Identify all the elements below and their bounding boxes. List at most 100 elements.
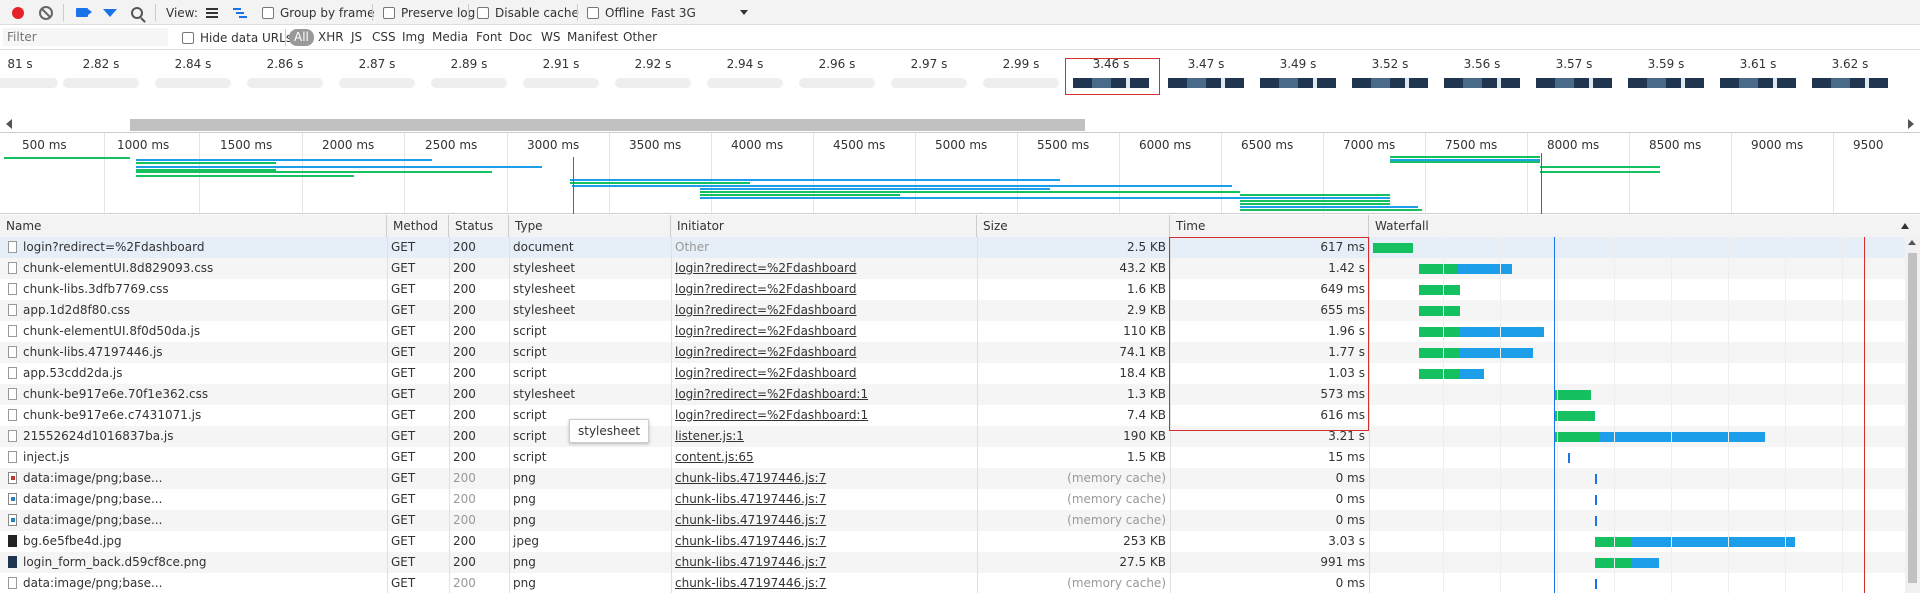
- request-name[interactable]: data:image/png;base...: [23, 471, 162, 485]
- request-name[interactable]: app.1d2d8f80.css: [23, 303, 130, 317]
- request-name[interactable]: app.53cdd2da.js: [23, 366, 123, 380]
- table-row[interactable]: chunk-be917e6e.c7431071.js GET 200 script lo…: [0, 405, 1920, 426]
- preserve-log-checkbox[interactable]: Preserve log: [383, 0, 475, 25]
- offline-checkbox[interactable]: Offline: [587, 0, 644, 25]
- request-name[interactable]: data:image/png;base...: [23, 576, 162, 590]
- cell-initiator-value[interactable]: content.js:65: [675, 450, 754, 464]
- filter-type-img[interactable]: Img: [402, 29, 425, 46]
- request-name[interactable]: chunk-libs.3dfb7769.css: [23, 282, 169, 296]
- table-row[interactable]: login?redirect=%2Fdashboard GET 200 documen…: [0, 237, 1920, 258]
- request-name[interactable]: login?redirect=%2Fdashboard: [23, 240, 204, 254]
- request-name[interactable]: bg.6e5fbe4d.jpg: [23, 534, 122, 548]
- cell-initiator-value[interactable]: chunk-libs.47197446.js:7: [675, 492, 826, 506]
- frame-thumbnail[interactable]: 3.56 s: [1436, 51, 1528, 97]
- cell-initiator-value[interactable]: chunk-libs.47197446.js:7: [675, 576, 826, 590]
- frame-thumbnail[interactable]: 3.49 s: [1252, 51, 1344, 97]
- frame-thumbnail[interactable]: 3.61 s: [1712, 51, 1804, 97]
- overview-timeline[interactable]: 500 ms 1000 ms 1500 ms 2000 ms 2500 ms 3000 m…: [0, 132, 1920, 215]
- table-row[interactable]: app.1d2d8f80.css GET 200 stylesheet login?re…: [0, 300, 1920, 321]
- cell-initiator-value[interactable]: login?redirect=%2Fdashboard: [675, 324, 856, 338]
- table-row[interactable]: login_form_back.d59cf8ce.png GET 200 png chu…: [0, 552, 1920, 573]
- frame-thumbnail[interactable]: 3.47 s: [1160, 51, 1252, 97]
- column-header-waterfall[interactable]: Waterfall: [1369, 215, 1905, 237]
- frame-thumbnail[interactable]: 2.86 s: [239, 51, 331, 97]
- frame-thumbnail[interactable]: 3.57 s: [1528, 51, 1620, 97]
- scroll-up-arrow-icon[interactable]: [1908, 240, 1916, 245]
- request-name[interactable]: inject.js: [23, 450, 69, 464]
- capture-screenshots-button[interactable]: [76, 0, 92, 25]
- table-row[interactable]: app.53cdd2da.js GET 200 script login?redirec…: [0, 363, 1920, 384]
- cell-initiator-value[interactable]: chunk-libs.47197446.js:7: [675, 471, 826, 485]
- column-header-initiator[interactable]: Initiator: [671, 215, 977, 237]
- request-name[interactable]: chunk-libs.47197446.js: [23, 345, 163, 359]
- filter-type-all[interactable]: All: [289, 29, 314, 46]
- column-header-type[interactable]: Type: [509, 215, 671, 237]
- filter-type-doc[interactable]: Doc: [509, 29, 532, 46]
- table-row[interactable]: data:image/png;base... GET 200 png chunk-lib…: [0, 489, 1920, 510]
- frame-thumbnail[interactable]: 2.87 s: [331, 51, 423, 97]
- frames-scrollbar[interactable]: [0, 115, 1920, 132]
- filter-type-other[interactable]: Other: [623, 29, 657, 46]
- cell-initiator-value[interactable]: login?redirect=%2Fdashboard: [675, 366, 856, 380]
- cell-initiator-value[interactable]: chunk-libs.47197446.js:7: [675, 513, 826, 527]
- filter-input[interactable]: [3, 28, 168, 46]
- cell-initiator-value[interactable]: chunk-libs.47197446.js:7: [675, 534, 826, 548]
- table-row[interactable]: chunk-elementUI.8d829093.css GET 200 styles…: [0, 258, 1920, 279]
- group-by-frame-checkbox[interactable]: Group by frame: [262, 0, 374, 25]
- hide-data-urls-checkbox[interactable]: Hide data URLs: [182, 25, 292, 50]
- request-name[interactable]: data:image/png;base...: [23, 492, 162, 506]
- request-name[interactable]: chunk-elementUI.8d829093.css: [23, 261, 213, 275]
- filter-type-manifest[interactable]: Manifest: [567, 29, 618, 46]
- column-header-name[interactable]: Name: [0, 215, 387, 237]
- filter-type-media[interactable]: Media: [432, 29, 468, 46]
- scroll-thumb[interactable]: [130, 119, 1085, 131]
- request-name[interactable]: login_form_back.d59cf8ce.png: [23, 555, 207, 569]
- filter-type-font[interactable]: Font: [476, 29, 502, 46]
- frame-thumbnail[interactable]: 2.92 s: [607, 51, 699, 97]
- frame-thumbnail[interactable]: 2.97 s: [883, 51, 975, 97]
- column-header-size[interactable]: Size: [977, 215, 1170, 237]
- frame-thumbnail[interactable]: 2.96 s: [791, 51, 883, 97]
- request-name[interactable]: chunk-be917e6e.c7431071.js: [23, 408, 201, 422]
- scroll-right-arrow-icon[interactable]: [1908, 119, 1914, 129]
- show-overview-button[interactable]: [233, 0, 247, 25]
- request-name[interactable]: 21552624d1016837ba.js: [23, 429, 174, 443]
- table-row[interactable]: data:image/png;base... GET 200 png chunk-lib…: [0, 573, 1920, 594]
- filter-type-js[interactable]: JS: [351, 29, 362, 46]
- column-header-time[interactable]: Time: [1170, 215, 1369, 237]
- cell-initiator-value[interactable]: login?redirect=%2Fdashboard:1: [675, 387, 868, 401]
- filter-type-ws[interactable]: WS: [541, 29, 560, 46]
- filter-toggle-button[interactable]: [103, 0, 117, 25]
- cell-initiator-value[interactable]: login?redirect=%2Fdashboard: [675, 261, 856, 275]
- filter-type-css[interactable]: CSS: [372, 29, 396, 46]
- table-row[interactable]: chunk-libs.47197446.js GET 200 script login?…: [0, 342, 1920, 363]
- record-button[interactable]: [12, 0, 24, 25]
- large-rows-button[interactable]: [206, 0, 218, 25]
- cell-initiator-value[interactable]: chunk-libs.47197446.js:7: [675, 555, 826, 569]
- cell-initiator-value[interactable]: login?redirect=%2Fdashboard:1: [675, 408, 868, 422]
- column-header-status[interactable]: Status: [449, 215, 509, 237]
- scroll-thumb[interactable]: [1908, 253, 1917, 583]
- request-name[interactable]: chunk-elementUI.8f0d50da.js: [23, 324, 200, 338]
- table-row[interactable]: 21552624d1016837ba.js GET 200 script listene…: [0, 426, 1920, 447]
- table-scrollbar[interactable]: [1905, 237, 1920, 593]
- table-row[interactable]: data:image/png;base... GET 200 png chunk-lib…: [0, 510, 1920, 531]
- cell-initiator-value[interactable]: login?redirect=%2Fdashboard: [675, 345, 856, 359]
- column-header-method[interactable]: Method: [387, 215, 449, 237]
- frame-thumbnail[interactable]: 3.59 s: [1620, 51, 1712, 97]
- frame-thumbnail[interactable]: 2.91 s: [515, 51, 607, 97]
- cell-initiator-value[interactable]: login?redirect=%2Fdashboard: [675, 282, 856, 296]
- request-name[interactable]: chunk-be917e6e.70f1e362.css: [23, 387, 208, 401]
- sort-ascending-icon[interactable]: [1901, 223, 1909, 229]
- clear-button[interactable]: [39, 0, 53, 25]
- frame-thumbnail[interactable]: 2.89 s: [423, 51, 515, 97]
- table-row[interactable]: bg.6e5fbe4d.jpg GET 200 jpeg chunk-libs.4719…: [0, 531, 1920, 552]
- frame-thumbnail[interactable]: 3.62 s: [1804, 51, 1896, 97]
- table-row[interactable]: chunk-libs.3dfb7769.css GET 200 stylesheet l…: [0, 279, 1920, 300]
- disable-cache-checkbox[interactable]: Disable cache: [477, 0, 579, 25]
- frame-thumbnail[interactable]: 2.99 s: [975, 51, 1067, 97]
- request-name[interactable]: data:image/png;base...: [23, 513, 162, 527]
- scroll-left-arrow-icon[interactable]: [6, 119, 12, 129]
- table-row[interactable]: inject.js GET 200 script content.js:65 1.5 KB…: [0, 447, 1920, 468]
- search-button[interactable]: [131, 0, 143, 25]
